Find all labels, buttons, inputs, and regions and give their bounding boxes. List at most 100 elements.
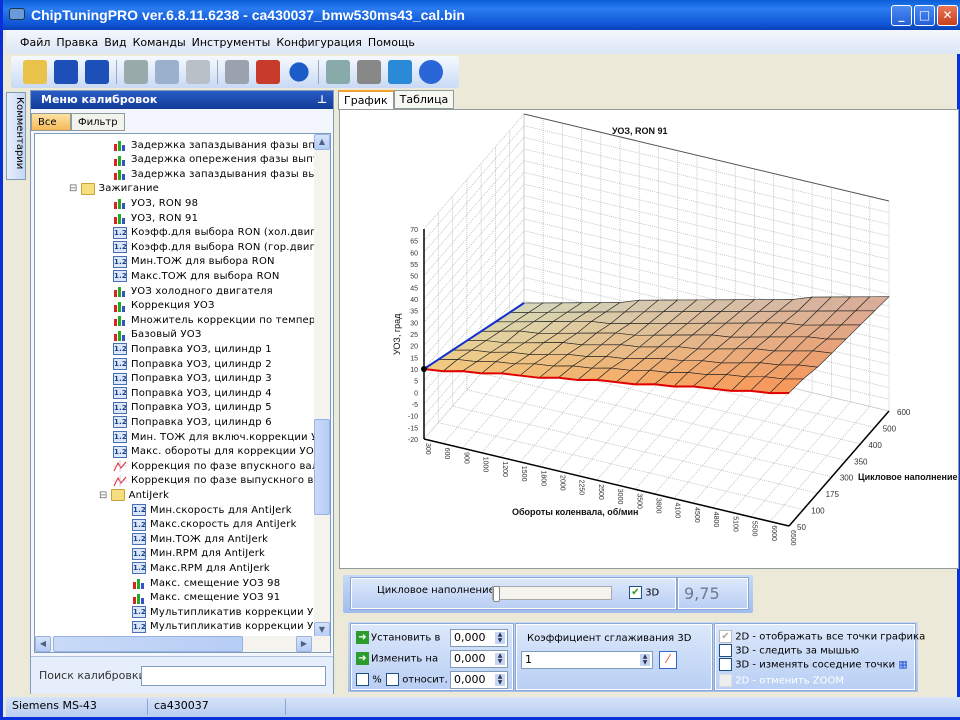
close-button[interactable]: ✕ <box>937 5 958 26</box>
options-group: ✔ 2D - отображать все точки графика 3D -… <box>714 623 925 691</box>
option-show-all-points[interactable]: ✔ 2D - отображать все точки графика <box>719 630 925 643</box>
change-button[interactable]: ➜ Изменить на <box>356 652 438 665</box>
menu-4[interactable]: Инструменты <box>192 36 271 49</box>
tree-item[interactable]: 1.2 Мультипликатив коррекции УОЗ 2 <box>132 620 330 634</box>
tree-item[interactable]: 1.2 Поправка УОЗ, цилиндр 6 <box>113 415 272 429</box>
menu-0[interactable]: Файл <box>20 36 50 49</box>
spinner[interactable]: ▲ ▼ <box>495 674 505 686</box>
menu-1[interactable]: Правка <box>56 36 98 49</box>
scroll-up-button[interactable]: ▲ <box>314 134 330 150</box>
tab-all[interactable]: Все <box>31 113 71 131</box>
x-tick-label: 4800 <box>712 512 719 528</box>
save-edit-icon[interactable] <box>85 60 109 84</box>
third-value-input[interactable]: 0,000 ▲ ▼ <box>450 671 508 689</box>
pin-icon[interactable]: ⊥ <box>317 91 327 109</box>
network-icon[interactable] <box>388 60 412 84</box>
print-icon[interactable] <box>124 60 148 84</box>
tree-item[interactable]: 1.2 Мин.ТОЖ для AntiJerk <box>132 532 268 546</box>
tree-item[interactable]: ⊟ Зажигание <box>69 182 159 196</box>
scroll-right-button[interactable]: ▶ <box>296 636 312 652</box>
minimize-button[interactable]: _ <box>891 5 912 26</box>
tree-item[interactable]: 1.2 Макс.ТОЖ для выбора RON <box>113 269 280 283</box>
tree-item[interactable]: 1.2 Поправка УОЗ, цилиндр 2 <box>113 357 272 371</box>
relative-checkbox[interactable]: относит. <box>386 673 448 686</box>
undo-icon[interactable] <box>225 60 249 84</box>
tree-item[interactable]: 1.2 Поправка УОЗ, цилиндр 5 <box>113 401 272 415</box>
menu-2[interactable]: Вид <box>104 36 126 49</box>
tree-item[interactable]: 1.2 Мин. ТОЖ для включ.коррекции УОЗ <box>113 430 330 444</box>
tree-item[interactable]: Задержка запаздывания фазы впуск. <box>113 138 330 152</box>
scroll-left-button[interactable]: ◀ <box>35 636 51 652</box>
tab-graph[interactable]: График <box>338 90 394 110</box>
hscroll-thumb[interactable] <box>53 636 243 652</box>
load-slider[interactable] <box>492 586 612 602</box>
smooth-apply-icon[interactable]: ⁄ <box>659 651 677 669</box>
set-button[interactable]: ➜ Установить в <box>356 631 440 644</box>
copy-icon[interactable] <box>155 60 179 84</box>
comments-side-tab[interactable]: Комментарии <box>6 92 26 180</box>
open-folder-icon[interactable] <box>23 60 47 84</box>
tools-icon[interactable] <box>357 60 381 84</box>
menu-5[interactable]: Конфигурация <box>276 36 362 49</box>
tree-item[interactable]: 1.2 Макс.RPM для AntiJerk <box>132 561 270 575</box>
info-icon[interactable] <box>285 58 313 86</box>
smooth-input[interactable]: 1 ▲ ▼ <box>521 651 653 669</box>
surface-chart[interactable]: -20 -15 -10 -5 0 5 10 15 20 25 30 35 40 45 50 55 60 65 70 3… <box>340 110 960 570</box>
option-label: 2D - отменить ZOOM <box>735 675 845 687</box>
tree-item[interactable]: Коррекция УОЗ <box>113 299 215 313</box>
spinner[interactable]: ▲ ▼ <box>495 653 505 665</box>
maximize-button[interactable]: □ <box>914 5 935 26</box>
tab-table[interactable]: Таблица <box>393 90 455 109</box>
tree-item[interactable]: Коррекция по фазе выпускного вала <box>113 474 330 488</box>
tree-item[interactable]: 1.2 Мультипликатив коррекции УОЗ 1 <box>132 605 330 619</box>
tree-item[interactable]: 1.2 Поправка УОЗ, цилиндр 1 <box>113 342 272 356</box>
tree-item[interactable]: Базовый УОЗ <box>113 328 201 342</box>
tree-item[interactable]: Задержка запаздывания фазы выпус <box>113 167 330 181</box>
option-change-neighbors[interactable]: 3D - изменять соседние точки ▦ <box>719 658 908 671</box>
percent-checkbox[interactable]: % <box>356 673 382 686</box>
slider-thumb[interactable] <box>493 586 500 602</box>
tree-item[interactable]: Множитель коррекции по температур <box>113 313 330 327</box>
tree-item[interactable]: УОЗ, RON 91 <box>113 211 198 225</box>
tree-item[interactable]: 1.2 Коэфф.для выбора RON (хол.двиг.) <box>113 226 323 240</box>
spinner[interactable]: ▲ ▼ <box>640 654 650 666</box>
scroll-thumb[interactable] <box>314 419 330 515</box>
option-follow-mouse[interactable]: 3D - следить за мышью <box>719 644 859 657</box>
set-value-input[interactable]: 0,000 ▲ ▼ <box>450 629 508 647</box>
tree-item[interactable]: 1.2 Макс. обороты для коррекции УОЗ по <box>113 445 330 459</box>
paste-icon[interactable] <box>186 60 210 84</box>
tree-item[interactable]: Коррекция по фазе впускного вала <box>113 459 325 473</box>
tree-item[interactable]: 1.2 Мин.RPM для AntiJerk <box>132 547 265 561</box>
chart-zoom-icon[interactable] <box>256 60 280 84</box>
gridline <box>423 148 890 265</box>
collapse-icon[interactable]: ⊟ <box>69 183 78 194</box>
save-icon[interactable] <box>54 60 78 84</box>
grid-icon[interactable]: ▦ <box>898 660 907 671</box>
tree-item[interactable]: Задержка опережения фазы выпуска <box>113 153 330 167</box>
tree-item[interactable]: Макс. смещение УОЗ 98 <box>132 576 280 590</box>
tree-item[interactable]: 1.2 Мин.скорость для AntiJerk <box>132 503 292 517</box>
tree-horizontal-scrollbar[interactable]: ◀ ▶ <box>35 636 330 652</box>
tree-vertical-scrollbar[interactable]: ▲ ▼ <box>314 134 330 638</box>
change-value-input[interactable]: 0,000 ▲ ▼ <box>450 650 508 668</box>
tree-item[interactable]: 1.2 Макс.скорость для AntiJerk <box>132 518 297 532</box>
map-icon <box>113 168 127 181</box>
tree-item[interactable]: 1.2 Поправка УОЗ, цилиндр 4 <box>113 386 272 400</box>
tree-item[interactable]: 1.2 Мин.ТОЖ для выбора RON <box>113 255 275 269</box>
collapse-icon[interactable]: ⊟ <box>99 490 108 501</box>
tab-filter[interactable]: Фильтр <box>71 113 125 131</box>
tree-item[interactable]: ⊟ AntiJerk <box>99 488 169 502</box>
tree-item[interactable]: УОЗ холодного двигателя <box>113 284 273 298</box>
check-3d[interactable]: ✔ 3D <box>629 586 659 599</box>
tree-item[interactable]: 1.2 Поправка УОЗ, цилиндр 3 <box>113 372 272 386</box>
chart-area[interactable]: -20 -15 -10 -5 0 5 10 15 20 25 30 35 40 45 50 55 60 65 70 3… <box>339 109 959 569</box>
spinner[interactable]: ▲ ▼ <box>495 632 505 644</box>
menu-3[interactable]: Команды <box>133 36 186 49</box>
help-icon[interactable] <box>419 60 443 84</box>
tree-item[interactable]: Макс. смещение УОЗ 91 <box>132 591 280 605</box>
menu-6[interactable]: Помощь <box>368 36 415 49</box>
tree-item[interactable]: 1.2 Коэфф.для выбора RON (гор.двиг.) <box>113 240 323 254</box>
tree-item[interactable]: УОЗ, RON 98 <box>113 196 198 210</box>
search-input[interactable] <box>141 666 326 686</box>
zoom-101-icon[interactable] <box>326 60 350 84</box>
